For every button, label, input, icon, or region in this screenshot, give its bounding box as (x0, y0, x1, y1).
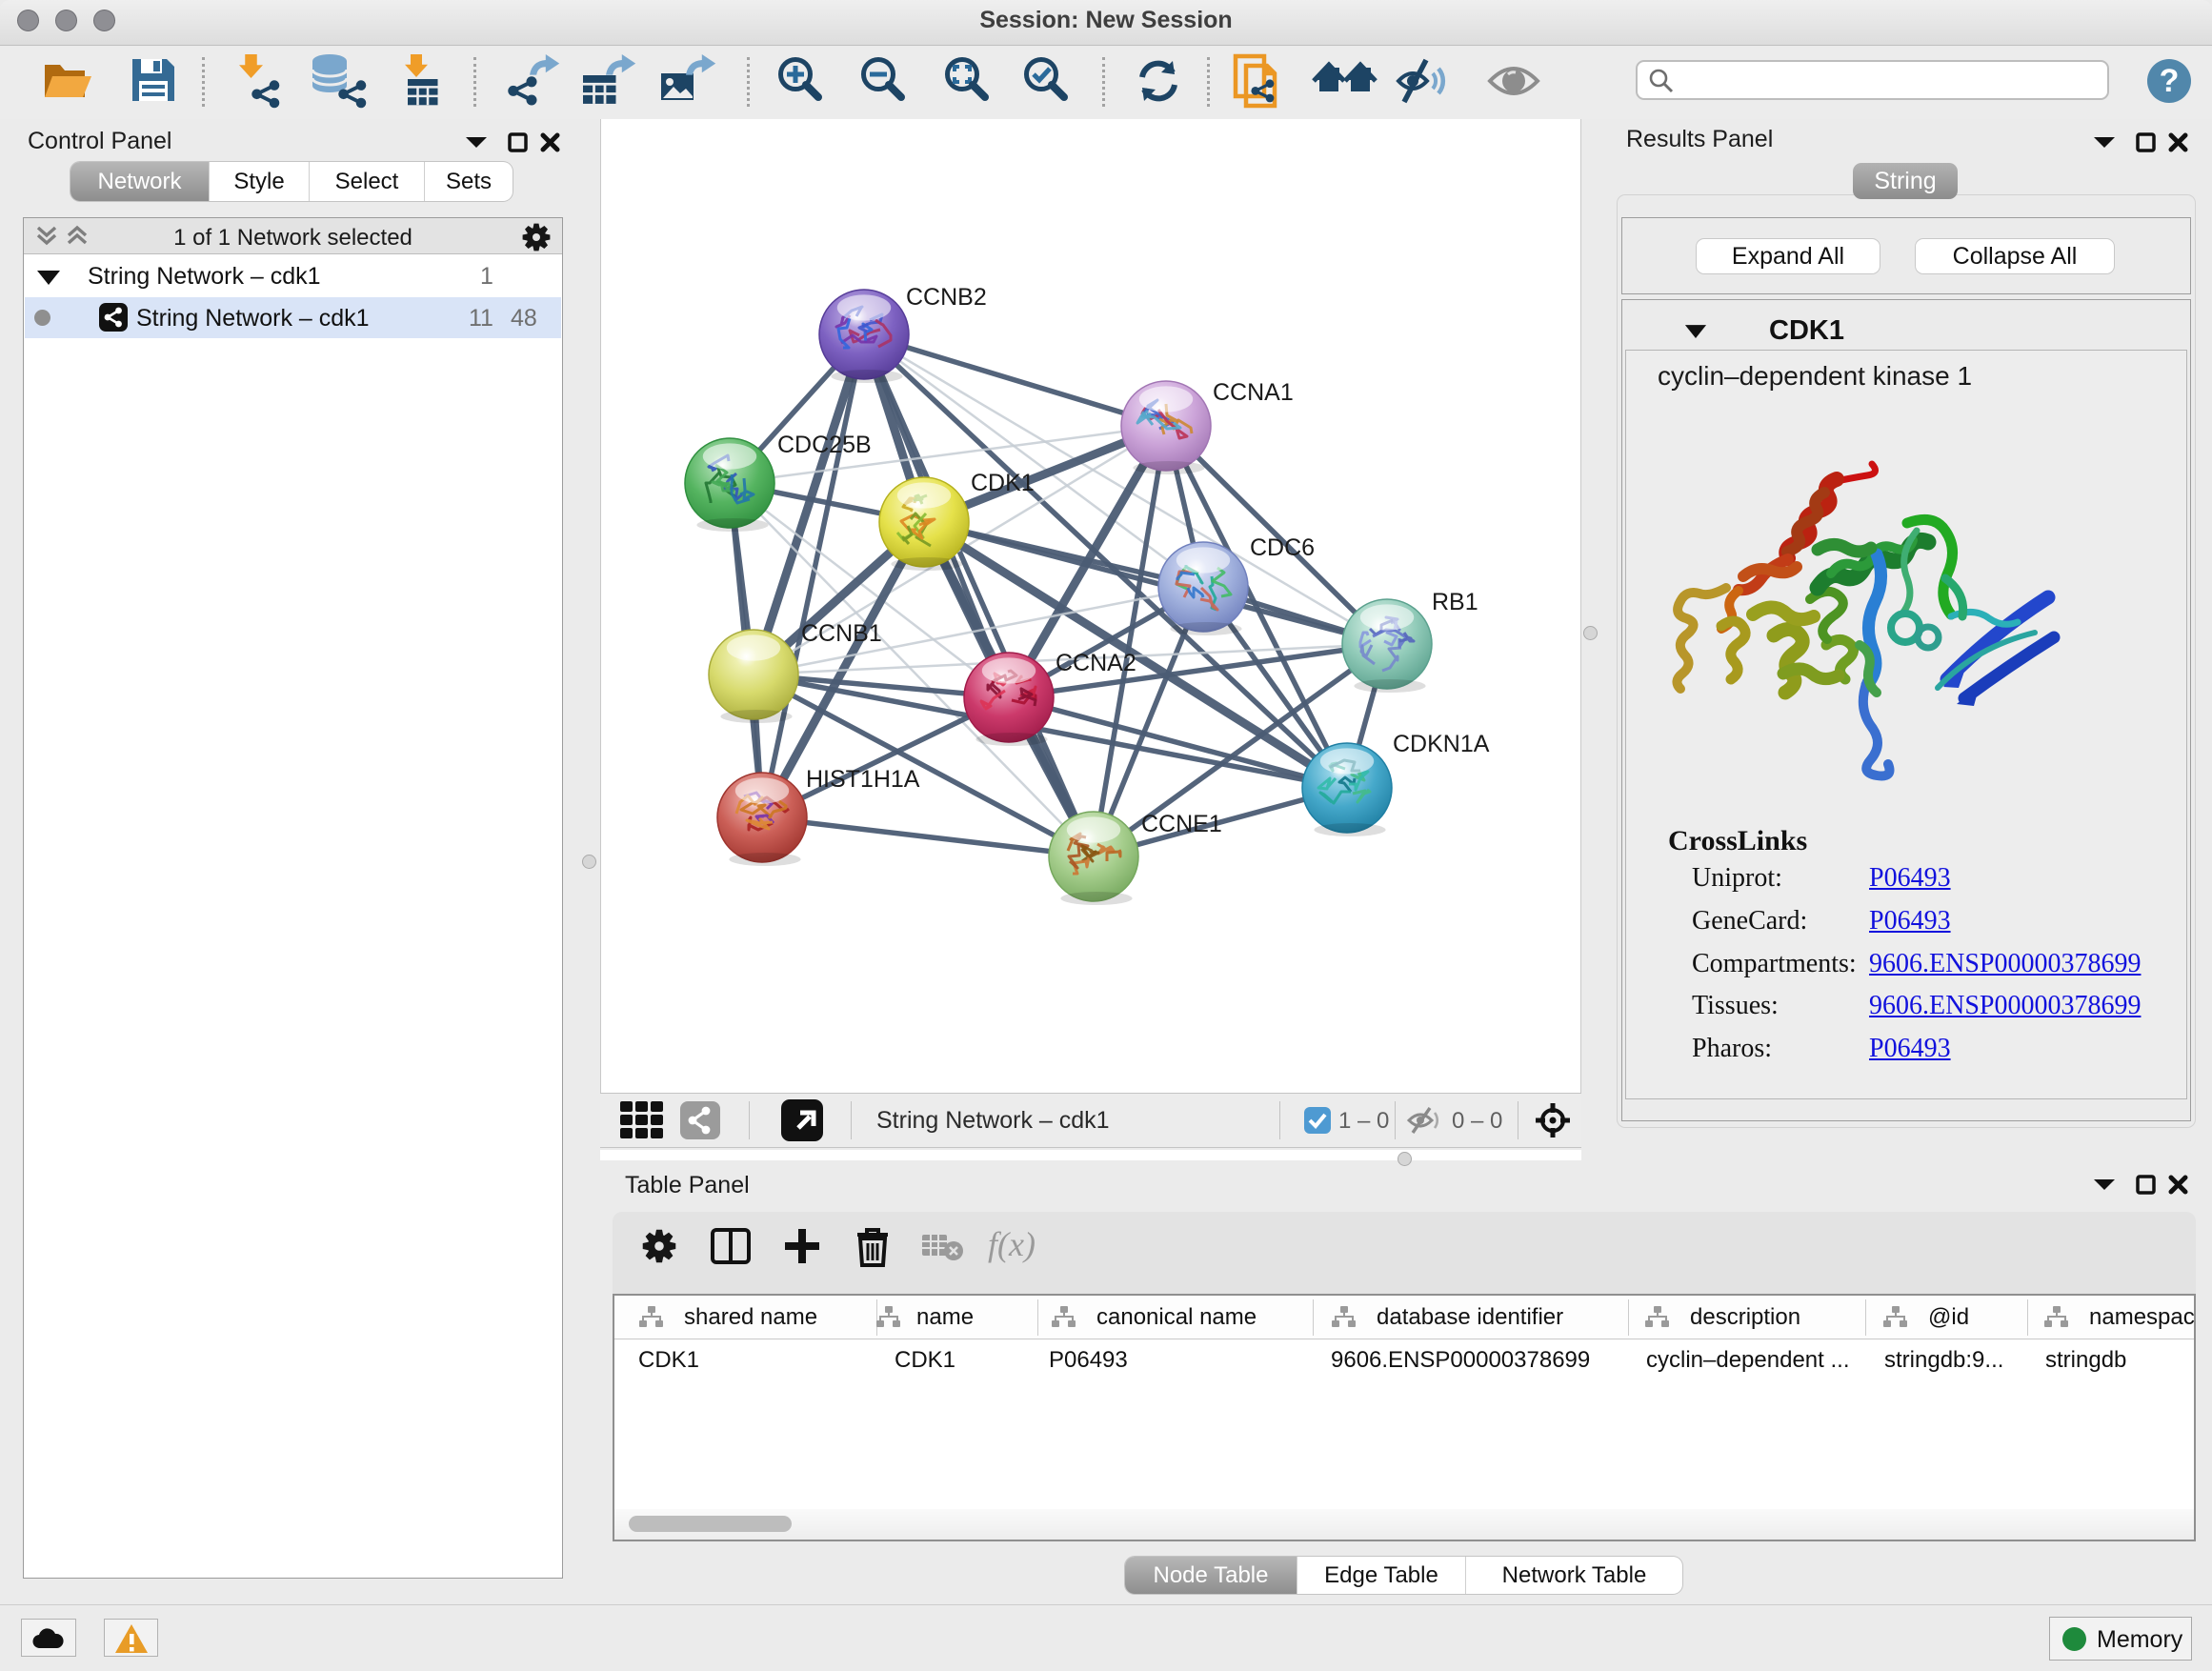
svg-text:CDC6: CDC6 (1250, 534, 1315, 561)
svg-text:CCNA2: CCNA2 (1056, 650, 1136, 676)
svg-text:CCNB2: CCNB2 (906, 284, 987, 311)
svg-text:CDK1: CDK1 (971, 470, 1035, 496)
svg-text:CDKN1A: CDKN1A (1393, 731, 1490, 757)
svg-text:HIST1H1A: HIST1H1A (806, 766, 920, 793)
svg-text:CDC25B: CDC25B (777, 432, 872, 458)
svg-text:CCNB1: CCNB1 (801, 620, 882, 647)
svg-text:CCNE1: CCNE1 (1141, 811, 1222, 837)
svg-text:CCNA1: CCNA1 (1213, 379, 1294, 406)
svg-text:RB1: RB1 (1432, 589, 1478, 615)
